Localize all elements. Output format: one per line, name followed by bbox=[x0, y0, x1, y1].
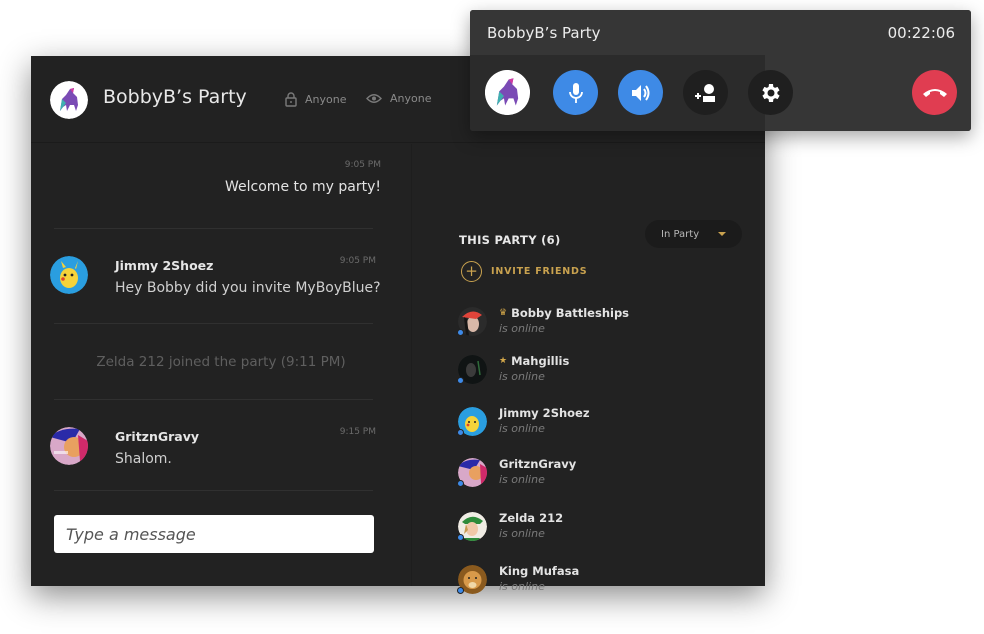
message-author: Jimmy 2Shoez bbox=[115, 258, 214, 273]
call-user-avatar[interactable] bbox=[485, 70, 530, 115]
invite-friends-label: INVITE FRIENDS bbox=[491, 266, 588, 277]
call-widget: BobbyB’s Party 00:22:06 bbox=[470, 10, 971, 131]
divider bbox=[54, 228, 373, 229]
online-indicator bbox=[457, 377, 464, 384]
message-author: GritznGravy bbox=[115, 429, 200, 444]
caret-down-icon bbox=[718, 232, 726, 236]
hang-up-icon bbox=[922, 88, 947, 97]
chat-panel: 9:05 PM Welcome to my party! Jimmy 2Shoe… bbox=[31, 144, 411, 586]
message-time: 9:05 PM bbox=[344, 160, 381, 170]
add-user-button[interactable] bbox=[683, 70, 728, 115]
member-item[interactable]: Zelda 212 is online bbox=[457, 511, 758, 552]
chat-message: GritznGravy Shalom. 9:15 PM bbox=[50, 427, 380, 487]
call-timer: 00:22:06 bbox=[887, 24, 955, 42]
party-filter-dropdown[interactable]: In Party bbox=[645, 220, 742, 248]
member-status: is online bbox=[499, 322, 545, 335]
message-input[interactable] bbox=[54, 515, 374, 553]
plus-circle-icon: + bbox=[461, 261, 482, 282]
speaker-icon bbox=[631, 84, 649, 101]
online-indicator bbox=[457, 329, 464, 336]
message-text: Shalom. bbox=[115, 451, 172, 467]
party-title: BobbyB’s Party bbox=[103, 86, 247, 108]
member-name: King Mufasa bbox=[499, 564, 580, 578]
member-status: is online bbox=[499, 422, 545, 435]
message-text: Welcome to my party! bbox=[225, 179, 381, 195]
lock-icon bbox=[285, 92, 297, 107]
member-status: is online bbox=[499, 473, 545, 486]
crown-icon: ♛ bbox=[499, 308, 508, 318]
view-privacy[interactable]: Anyone bbox=[366, 92, 431, 105]
message-time: 9:15 PM bbox=[339, 427, 376, 437]
online-indicator bbox=[457, 480, 464, 487]
member-item[interactable]: GritznGravy is online bbox=[457, 457, 758, 498]
party-members-panel: THIS PARTY (6) In Party + INVITE FRIENDS… bbox=[411, 144, 765, 594]
online-indicator bbox=[457, 534, 464, 541]
member-status: is online bbox=[499, 580, 545, 593]
member-name: Mahgillis bbox=[511, 354, 570, 368]
online-indicator bbox=[457, 587, 464, 594]
view-privacy-label: Anyone bbox=[390, 92, 432, 105]
user-avatar[interactable] bbox=[50, 256, 88, 294]
invite-friends-button[interactable]: + INVITE FRIENDS bbox=[461, 261, 587, 282]
member-item[interactable]: King Mufasa is online bbox=[457, 564, 758, 605]
gear-icon bbox=[761, 83, 780, 102]
member-item[interactable]: Jimmy 2Shoez is online bbox=[457, 406, 758, 447]
system-message: Zelda 212 joined the party (9:11 PM) bbox=[96, 354, 346, 370]
call-title: BobbyB’s Party bbox=[487, 24, 601, 42]
party-members-title: THIS PARTY (6) bbox=[459, 233, 561, 247]
member-item[interactable]: ★ Mahgillis is online bbox=[457, 354, 758, 395]
member-name: Zelda 212 bbox=[499, 511, 564, 525]
own-message: 9:05 PM Welcome to my party! bbox=[225, 160, 381, 195]
party-window: BobbyB’s Party Anyone Anyone 9:05 PM Wel… bbox=[31, 56, 765, 594]
message-time: 9:05 PM bbox=[339, 256, 376, 266]
member-name: Jimmy 2Shoez bbox=[499, 406, 590, 420]
member-item[interactable]: ♛ Bobby Battleships is online bbox=[457, 306, 758, 347]
member-name: GritznGravy bbox=[499, 457, 577, 471]
join-privacy-label: Anyone bbox=[305, 93, 347, 106]
add-user-icon bbox=[694, 83, 715, 102]
settings-button[interactable] bbox=[748, 70, 793, 115]
party-filter-value: In Party bbox=[661, 228, 700, 240]
microphone-icon bbox=[568, 82, 583, 103]
divider bbox=[54, 490, 373, 491]
eye-icon bbox=[366, 94, 382, 103]
user-avatar[interactable] bbox=[50, 427, 88, 465]
chat-message: Jimmy 2Shoez Hey Bobby did you invite My… bbox=[50, 256, 381, 316]
member-name: Bobby Battleships bbox=[511, 306, 630, 320]
speaker-button[interactable] bbox=[618, 70, 663, 115]
hang-up-button[interactable] bbox=[912, 70, 957, 115]
join-privacy[interactable]: Anyone bbox=[285, 92, 346, 107]
star-icon: ★ bbox=[499, 356, 508, 366]
call-titlebar[interactable]: BobbyB’s Party 00:22:06 bbox=[470, 10, 971, 55]
mute-microphone-button[interactable] bbox=[553, 70, 598, 115]
member-status: is online bbox=[499, 370, 545, 383]
message-text: Hey Bobby did you invite MyBoyBlue? bbox=[115, 280, 381, 296]
member-status: is online bbox=[499, 527, 545, 540]
party-avatar bbox=[50, 81, 88, 119]
online-indicator bbox=[457, 429, 464, 436]
divider bbox=[54, 399, 373, 400]
divider bbox=[54, 323, 373, 324]
message-input-wrapper bbox=[54, 515, 374, 553]
